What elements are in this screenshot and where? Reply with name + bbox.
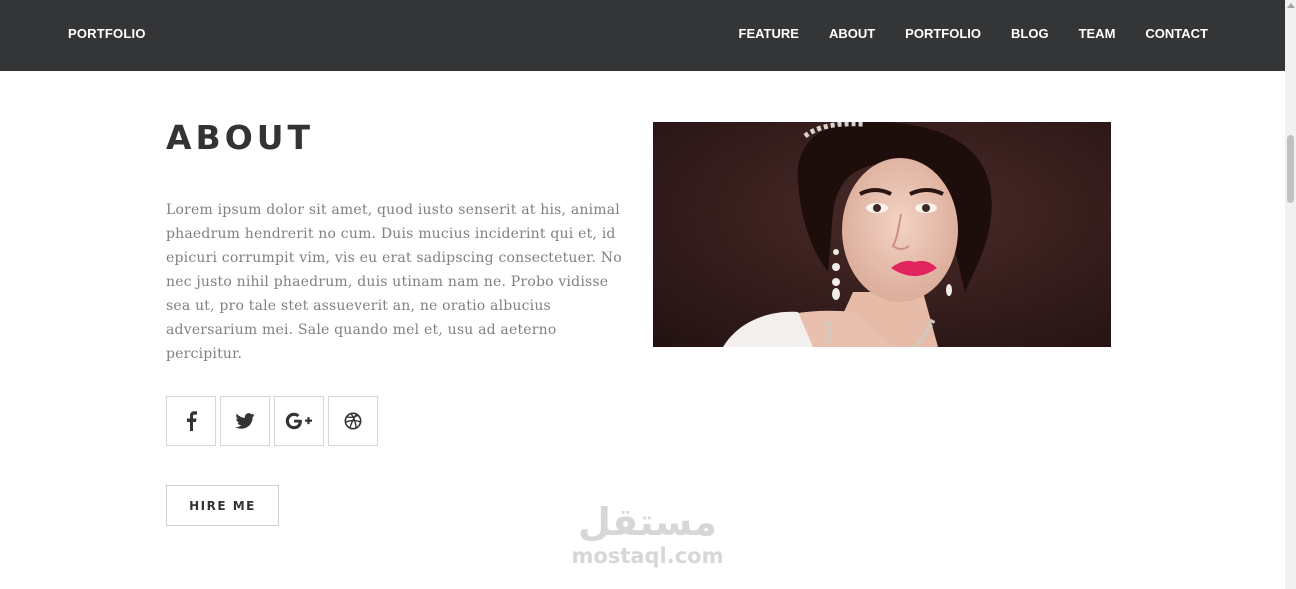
scrollbar-thumb[interactable] <box>1287 135 1294 203</box>
twitter-button[interactable] <box>220 396 270 446</box>
google-plus-button[interactable] <box>274 396 324 446</box>
vertical-scrollbar[interactable] <box>1285 0 1296 589</box>
scroll-up-arrow-icon[interactable] <box>1287 3 1295 8</box>
nav-link-feature[interactable]: FEATURE <box>739 26 799 41</box>
dribbble-icon <box>344 412 362 430</box>
brand-logo-link[interactable]: PORTFOLIO <box>68 26 146 41</box>
nav-link-team[interactable]: TEAM <box>1079 26 1116 41</box>
portrait-photo <box>653 122 1111 347</box>
hire-me-button[interactable]: HIRE ME <box>166 485 279 526</box>
nav-link-about[interactable]: ABOUT <box>829 26 875 41</box>
facebook-button[interactable] <box>166 396 216 446</box>
nav-link-blog[interactable]: BLOG <box>1011 26 1049 41</box>
top-navbar: PORTFOLIO FEATURE ABOUT PORTFOLIO BLOG T… <box>0 0 1285 71</box>
about-heading: ABOUT <box>166 118 315 157</box>
social-links <box>166 396 378 446</box>
about-description: Lorem ipsum dolor sit amet, quod iusto s… <box>166 202 622 362</box>
dribbble-button[interactable] <box>328 396 378 446</box>
main-nav: FEATURE ABOUT PORTFOLIO BLOG TEAM CONTAC… <box>739 26 1209 41</box>
watermark-latin: mostaql.com <box>571 544 724 568</box>
mostaql-watermark: مستقل mostaql.com <box>565 500 730 568</box>
facebook-icon <box>187 411 197 431</box>
google-plus-icon <box>285 412 312 430</box>
nav-link-portfolio[interactable]: PORTFOLIO <box>905 26 981 41</box>
watermark-arabic: مستقل <box>578 500 717 544</box>
twitter-icon <box>235 413 255 429</box>
nav-link-contact[interactable]: CONTACT <box>1145 26 1208 41</box>
